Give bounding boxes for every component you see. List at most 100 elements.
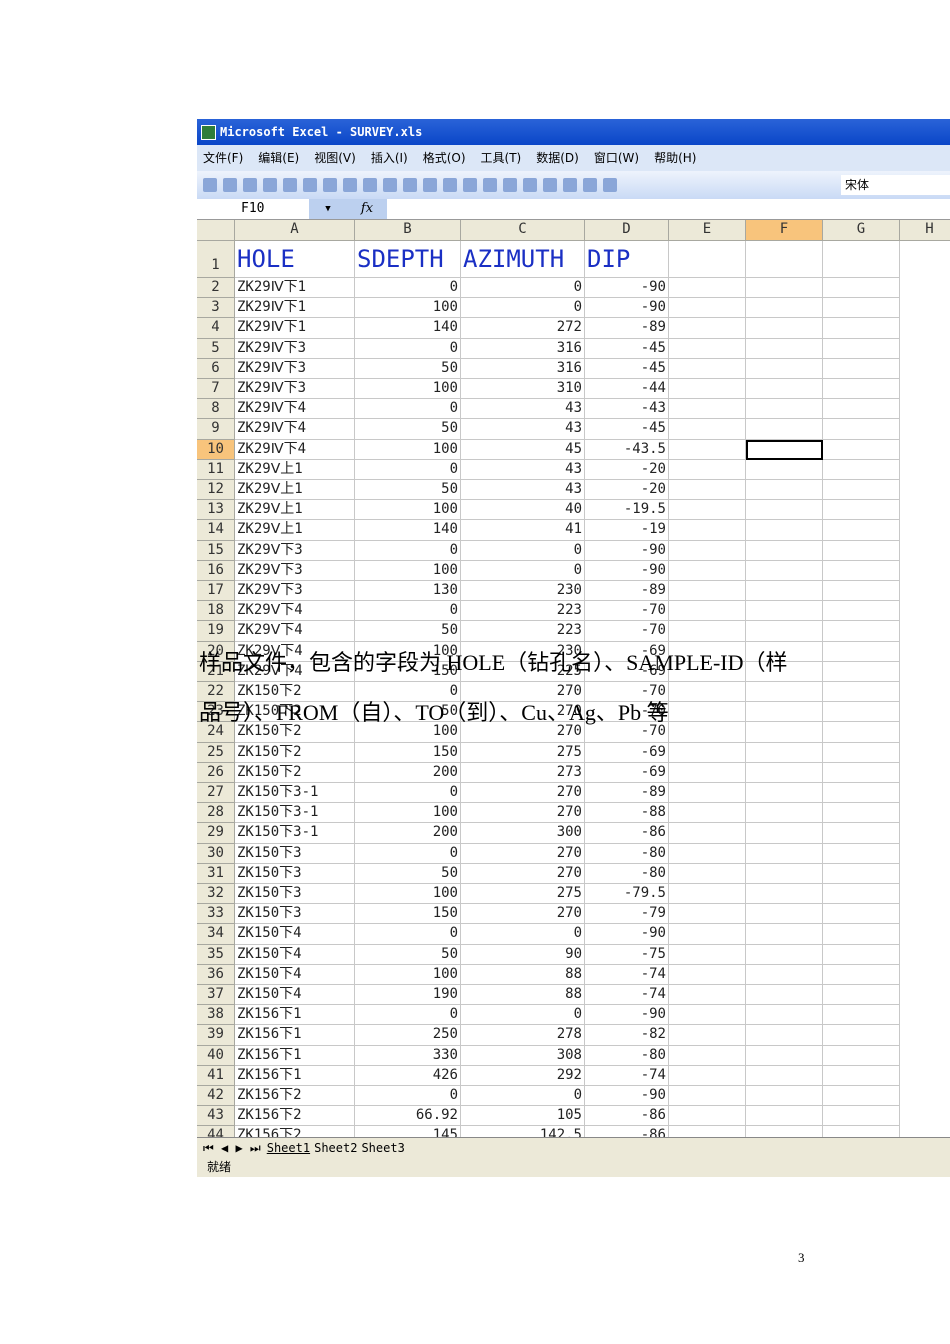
cell[interactable]: ZK29Ⅴ上1 [235, 520, 355, 541]
cell[interactable]: 50 [355, 944, 461, 965]
cell[interactable] [746, 379, 823, 400]
cell[interactable] [823, 742, 900, 763]
cell[interactable]: -20 [585, 459, 669, 480]
row-header[interactable]: 15 [197, 540, 235, 561]
cell[interactable]: 100 [355, 884, 461, 905]
cell[interactable]: 316 [461, 358, 585, 379]
cell[interactable] [746, 742, 823, 763]
cell[interactable]: 50 [355, 621, 461, 642]
cell[interactable]: 270 [461, 843, 585, 864]
menu-item[interactable]: 工具(T) [481, 151, 522, 165]
cell[interactable] [746, 560, 823, 581]
row-header[interactable]: 29 [197, 823, 235, 844]
row-header[interactable]: 14 [197, 520, 235, 541]
cell[interactable] [823, 1045, 900, 1066]
print-icon[interactable] [303, 178, 317, 192]
cell[interactable] [746, 944, 823, 965]
cell[interactable]: -69 [585, 762, 669, 783]
cell[interactable] [669, 682, 746, 703]
cell[interactable]: -90 [585, 924, 669, 945]
column-header-H[interactable]: H [900, 220, 950, 241]
open-icon[interactable] [223, 178, 237, 192]
column-header-B[interactable]: B [355, 220, 461, 241]
sheet-tab[interactable]: Sheet1 [267, 1141, 310, 1155]
cell[interactable] [823, 1025, 900, 1046]
cell[interactable]: ZK29Ⅴ下3 [235, 581, 355, 602]
cell[interactable]: 275 [461, 742, 585, 763]
cell[interactable] [823, 379, 900, 400]
cell[interactable] [746, 863, 823, 884]
sort-descending-icon[interactable] [563, 178, 577, 192]
cell[interactable] [669, 1025, 746, 1046]
cell[interactable] [823, 241, 900, 278]
row-header[interactable]: 43 [197, 1106, 235, 1127]
row-header[interactable]: 37 [197, 985, 235, 1006]
cell[interactable]: ZK29Ⅴ上1 [235, 500, 355, 521]
column-header-D[interactable]: D [585, 220, 669, 241]
cell[interactable]: ZK156下1 [235, 1005, 355, 1026]
cell[interactable]: ZK156下2 [235, 1086, 355, 1107]
cell[interactable] [669, 843, 746, 864]
cell[interactable]: 275 [461, 884, 585, 905]
cell[interactable]: 300 [461, 823, 585, 844]
cell[interactable] [669, 863, 746, 884]
cell[interactable]: -79 [585, 904, 669, 925]
cell[interactable] [746, 318, 823, 339]
cell[interactable]: 0 [355, 338, 461, 359]
cell[interactable] [823, 702, 900, 723]
cell[interactable] [669, 278, 746, 299]
cell[interactable] [823, 863, 900, 884]
cell[interactable]: 330 [355, 1045, 461, 1066]
row-header[interactable]: 4 [197, 318, 235, 339]
cell[interactable]: 223 [461, 621, 585, 642]
cell[interactable] [669, 944, 746, 965]
cell[interactable] [669, 241, 746, 278]
cell[interactable]: 0 [461, 1005, 585, 1026]
row-header[interactable]: 18 [197, 601, 235, 622]
cell[interactable] [823, 964, 900, 985]
cell[interactable]: ZK150下4 [235, 924, 355, 945]
cell[interactable]: -89 [585, 318, 669, 339]
cell[interactable]: ZK29Ⅳ下4 [235, 439, 355, 460]
row-header[interactable]: 36 [197, 964, 235, 985]
cell[interactable] [669, 338, 746, 359]
cell[interactable] [669, 742, 746, 763]
cell[interactable]: -45 [585, 338, 669, 359]
row-header[interactable]: 1 [197, 241, 235, 278]
cell[interactable]: 272 [461, 318, 585, 339]
cell[interactable]: 310 [461, 379, 585, 400]
permission-icon[interactable] [263, 178, 277, 192]
column-header-G[interactable]: G [823, 220, 900, 241]
name-box[interactable]: F10 [197, 199, 309, 219]
cell[interactable]: 0 [355, 924, 461, 945]
cell[interactable] [669, 520, 746, 541]
cell[interactable] [746, 1005, 823, 1026]
cell[interactable]: 316 [461, 338, 585, 359]
cell[interactable]: 140 [355, 520, 461, 541]
cell[interactable]: ZK156下1 [235, 1065, 355, 1086]
cell[interactable]: -74 [585, 964, 669, 985]
cell[interactable] [823, 419, 900, 440]
cell[interactable]: 50 [355, 863, 461, 884]
cell[interactable]: 0 [355, 278, 461, 299]
cell[interactable] [746, 884, 823, 905]
cell[interactable] [823, 318, 900, 339]
cell[interactable] [669, 1086, 746, 1107]
menu-item[interactable]: 文件(F) [203, 151, 243, 165]
cell[interactable] [823, 904, 900, 925]
column-header-E[interactable]: E [669, 220, 746, 241]
cell[interactable] [823, 338, 900, 359]
cell[interactable] [823, 884, 900, 905]
cell[interactable] [823, 803, 900, 824]
cell[interactable]: -89 [585, 783, 669, 804]
copy-icon[interactable] [403, 178, 417, 192]
cell[interactable] [823, 641, 900, 662]
cell[interactable]: -90 [585, 1086, 669, 1107]
cell[interactable] [746, 985, 823, 1006]
cell[interactable]: -19.5 [585, 500, 669, 521]
redo-icon[interactable] [483, 178, 497, 192]
cell[interactable]: ZK150下3-1 [235, 803, 355, 824]
row-header[interactable]: 13 [197, 500, 235, 521]
cell[interactable] [823, 540, 900, 561]
row-header[interactable]: 3 [197, 298, 235, 319]
